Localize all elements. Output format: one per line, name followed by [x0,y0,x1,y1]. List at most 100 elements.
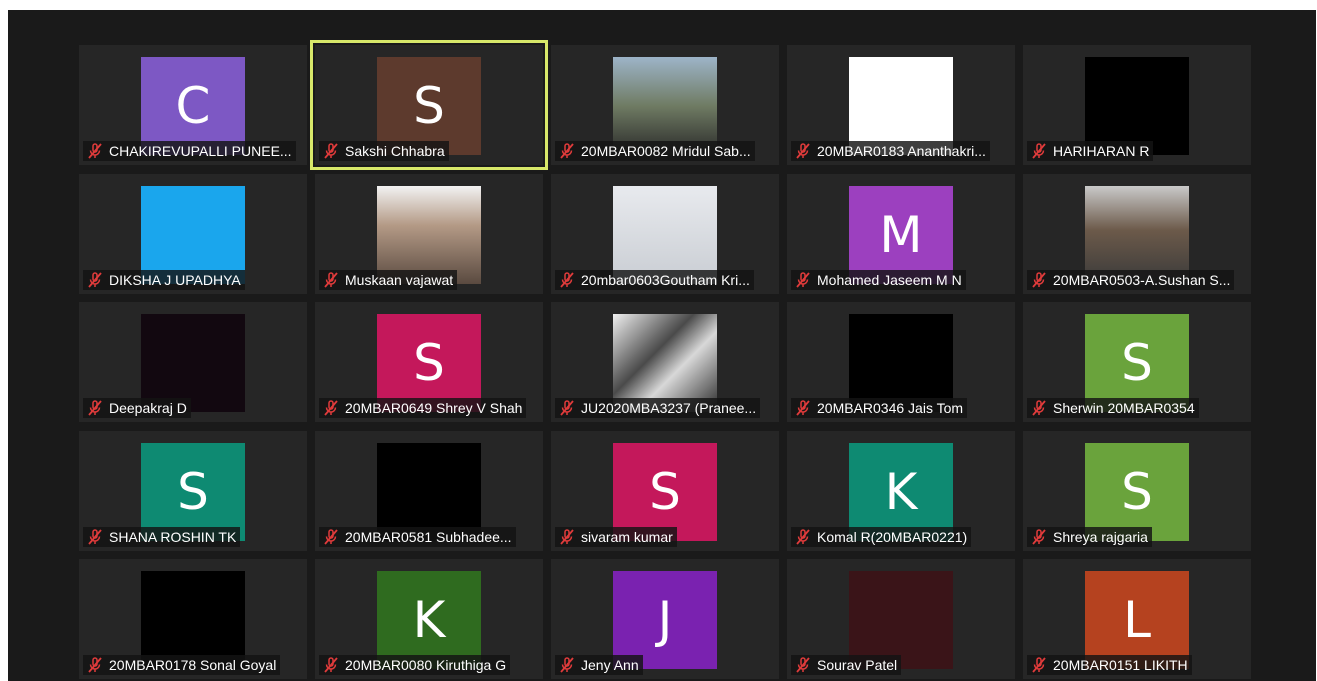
participant-name: Deepakraj D [109,400,187,416]
participant-name-label: sivaram kumar [555,527,677,547]
microphone-muted-icon [87,657,103,673]
participant-name-label: Shreya rajgaria [1027,527,1152,547]
avatar-initial: L [1123,591,1151,649]
participant-name: 20MBAR0178 Sonal Goyal [109,657,277,673]
microphone-muted-icon [87,529,103,545]
participant-name: 20MBAR0581 Subhadee... [345,529,512,545]
microphone-muted-icon [323,657,339,673]
participant-tile[interactable]: 20MBAR0346 Jais Tom [787,302,1015,422]
participant-name-label: Jeny Ann [555,655,643,675]
avatar-initial: M [879,206,923,264]
avatar-initial: S [1121,463,1153,521]
microphone-muted-icon [559,657,575,673]
participant-name-label: CHAKIREVUPALLI PUNEE... [83,141,296,161]
participant-tile[interactable]: L 20MBAR0151 LIKITH [1023,559,1251,679]
microphone-muted-icon [559,143,575,159]
participant-name: DIKSHA J UPADHYA [109,272,241,288]
microphone-muted-icon [795,529,811,545]
video-gallery-grid: C CHAKIREVUPALLI PUNEE... S Sakshi Chhabra 2… [8,10,1316,681]
avatar-initial: S [177,463,209,521]
participant-tile[interactable]: S Sakshi Chhabra [310,40,548,170]
participant-name: 20MBAR0080 Kiruthiga G [345,657,507,673]
participant-name: sivaram kumar [581,529,673,545]
participant-name-label: Komal R(20MBAR0221) [791,527,972,547]
microphone-muted-icon [323,400,339,416]
participant-tile[interactable]: 20MBAR0503-A.Sushan S... [1023,174,1251,294]
participant-tile[interactable]: S Shreya rajgaria [1023,431,1251,551]
participant-name-label: Sourav Patel [791,655,902,675]
participant-tile[interactable]: M Mohamed Jaseem M N [787,174,1015,294]
microphone-muted-icon [795,400,811,416]
microphone-muted-icon [1031,657,1047,673]
participant-name: CHAKIREVUPALLI PUNEE... [109,143,292,159]
participant-name: JU2020MBA3237 (Pranee... [581,400,757,416]
participant-name-label: 20MBAR0082 Mridul Sab... [555,141,755,161]
participant-tile[interactable]: Deepakraj D [79,302,307,422]
participant-tile[interactable]: 20MBAR0183 Ananthakri... [787,45,1015,165]
microphone-muted-icon [87,143,103,159]
participant-name: Shreya rajgaria [1053,529,1148,545]
participant-tile[interactable]: S SHANA ROSHIN TK [79,431,307,551]
participant-tile[interactable]: DIKSHA J UPADHYA [79,174,307,294]
participant-name-label: 20MBAR0503-A.Sushan S... [1027,270,1235,290]
participant-name: 20MBAR0151 LIKITH [1053,657,1188,673]
avatar-initial: S [649,463,681,521]
participant-name: 20MBAR0503-A.Sushan S... [1053,272,1231,288]
microphone-muted-icon [323,272,339,288]
microphone-muted-icon [87,400,103,416]
microphone-muted-icon [795,657,811,673]
participant-name: 20MBAR0082 Mridul Sab... [581,143,751,159]
participant-name: 20MBAR0183 Ananthakri... [817,143,986,159]
microphone-muted-icon [795,143,811,159]
participant-tile[interactable]: K Komal R(20MBAR0221) [787,431,1015,551]
participant-name: SHANA ROSHIN TK [109,529,237,545]
participant-name: Sourav Patel [817,657,898,673]
participant-name-label: Sakshi Chhabra [319,141,449,161]
avatar-initial: S [413,334,445,392]
participant-name-label: 20MBAR0649 Shrey V Shah [319,398,527,418]
participant-name-label: HARIHARAN R [1027,141,1154,161]
avatar-initial: C [175,77,211,135]
microphone-muted-icon [1031,143,1047,159]
participant-name-label: DIKSHA J UPADHYA [83,270,245,290]
participant-name: 20mbar0603Goutham Kri... [581,272,750,288]
participant-name: HARIHARAN R [1053,143,1150,159]
microphone-muted-icon [559,400,575,416]
participant-name-label: 20MBAR0581 Subhadee... [319,527,516,547]
participant-name: Komal R(20MBAR0221) [817,529,968,545]
participant-tile[interactable]: K 20MBAR0080 Kiruthiga G [315,559,543,679]
participant-tile[interactable]: 20MBAR0082 Mridul Sab... [551,45,779,165]
participant-tile[interactable]: 20MBAR0178 Sonal Goyal [79,559,307,679]
microphone-muted-icon [323,143,339,159]
participant-tile[interactable]: 20MBAR0581 Subhadee... [315,431,543,551]
participant-name-label: 20MBAR0183 Ananthakri... [791,141,990,161]
participant-name-label: 20MBAR0151 LIKITH [1027,655,1192,675]
avatar-initial: K [412,591,446,649]
participant-tile[interactable]: HARIHARAN R [1023,45,1251,165]
participant-name: Muskaan vajawat [345,272,454,288]
participant-name-label: Mohamed Jaseem M N [791,270,966,290]
microphone-muted-icon [1031,272,1047,288]
participant-name-label: JU2020MBA3237 (Pranee... [555,398,761,418]
participant-tile[interactable]: JU2020MBA3237 (Pranee... [551,302,779,422]
participant-tile[interactable]: C CHAKIREVUPALLI PUNEE... [79,45,307,165]
microphone-muted-icon [559,529,575,545]
avatar-initial: J [657,591,673,649]
participant-tile[interactable]: S Sherwin 20MBAR0354 [1023,302,1251,422]
participant-tile[interactable]: 20mbar0603Goutham Kri... [551,174,779,294]
participant-tile[interactable]: Muskaan vajawat [315,174,543,294]
participant-name: 20MBAR0346 Jais Tom [817,400,964,416]
participant-name-label: 20MBAR0178 Sonal Goyal [83,655,281,675]
participant-name-label: 20MBAR0080 Kiruthiga G [319,655,511,675]
participant-tile[interactable]: Ssivaram kumar [551,431,779,551]
participant-name-label: SHANA ROSHIN TK [83,527,241,547]
participant-tile[interactable]: Sourav Patel [787,559,1015,679]
microphone-muted-icon [559,272,575,288]
microphone-muted-icon [795,272,811,288]
participant-tile[interactable]: S 20MBAR0649 Shrey V Shah [315,302,543,422]
participant-name: Jeny Ann [581,657,639,673]
participant-tile[interactable]: J Jeny Ann [551,559,779,679]
participant-name-label: Muskaan vajawat [319,270,458,290]
microphone-muted-icon [1031,529,1047,545]
avatar-initial: S [1121,334,1153,392]
